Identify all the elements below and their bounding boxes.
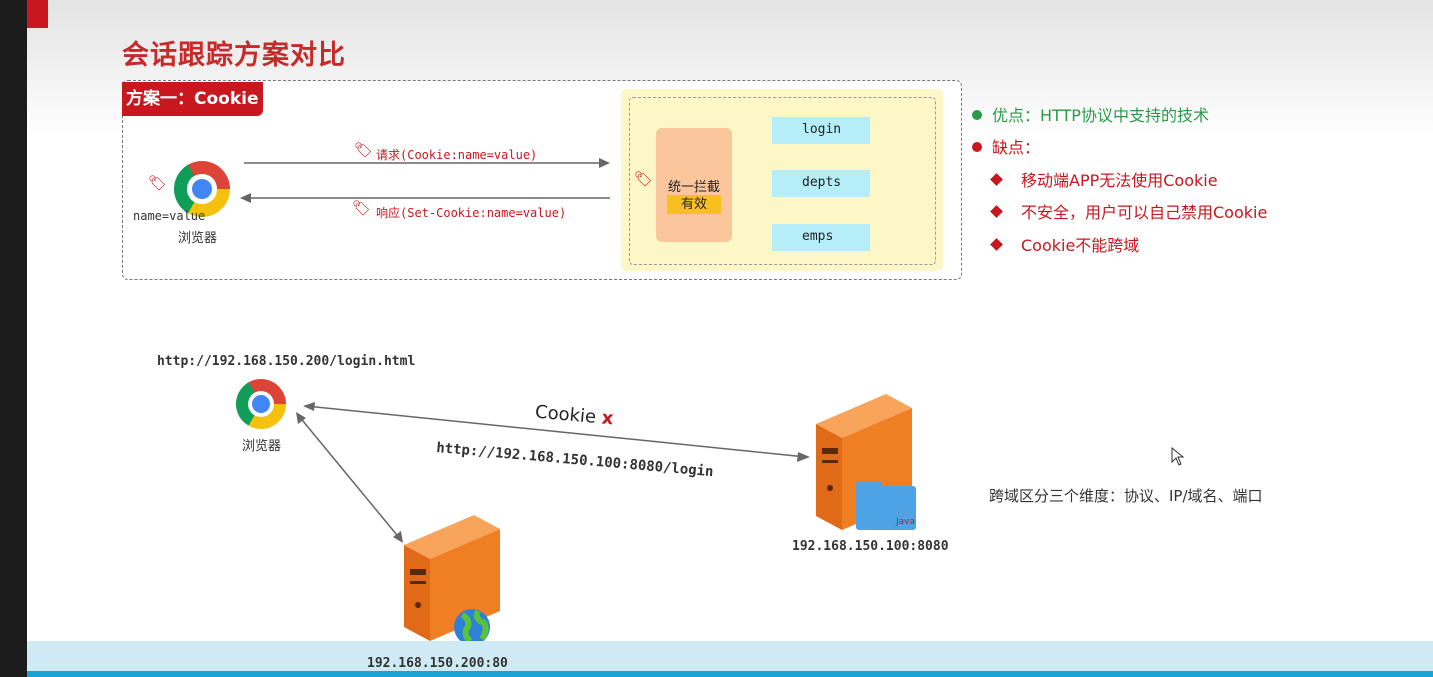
filter-valid-badge: 有效 <box>667 195 721 214</box>
red-bullet-icon <box>972 142 982 152</box>
con-item: 移动端APP无法使用Cookie <box>990 167 1218 191</box>
server-8080-address: 192.168.150.100:8080 <box>792 539 949 554</box>
con-item: 不安全，用户可以自己禁用Cookie <box>990 199 1267 223</box>
same-origin-arrow <box>297 414 402 541</box>
cross-domain-note: 跨域区分三个维度：协议、IP/域名、端口 <box>989 487 1263 505</box>
route-emps: emps <box>772 224 870 251</box>
mouse-cursor-icon <box>1171 447 1185 466</box>
server-8080-icon: Java <box>816 394 916 530</box>
request-label: 请求(Cookie:name=value) <box>376 148 538 162</box>
diamond-bullet-icon <box>990 173 1003 186</box>
browser-url: http://192.168.150.200/login.html <box>157 354 416 369</box>
request-arrowhead <box>599 158 610 168</box>
filter-label: 统一拦截 <box>667 180 720 195</box>
java-label: Java <box>895 517 915 527</box>
con-item: Cookie不能跨域 <box>990 232 1139 256</box>
server-tag-icon: 🏷 <box>634 170 654 188</box>
chrome-browser-icon <box>236 379 286 429</box>
bottom-decor-line <box>27 671 1433 677</box>
browser-label: 浏览器 <box>242 439 282 454</box>
response-label: 响应(Set-Cookie:name=value) <box>376 206 567 220</box>
server-80-icon <box>404 515 500 645</box>
route-depts: depts <box>772 170 870 197</box>
response-tag-icon: 🏷 <box>352 199 372 217</box>
blocked-x-icon: x <box>600 407 615 430</box>
con-heading: 缺点： <box>972 134 1040 158</box>
request-tag-icon: 🏷 <box>354 141 374 159</box>
diamond-bullet-icon <box>990 238 1003 251</box>
response-arrowhead <box>240 193 251 203</box>
green-bullet-icon <box>972 110 982 120</box>
diamond-bullet-icon <box>990 205 1003 218</box>
server-80-address: 192.168.150.200:80 <box>367 656 508 671</box>
pro-item: 优点：HTTP协议中支持的技术 <box>972 102 1209 126</box>
route-login: login <box>772 117 870 144</box>
